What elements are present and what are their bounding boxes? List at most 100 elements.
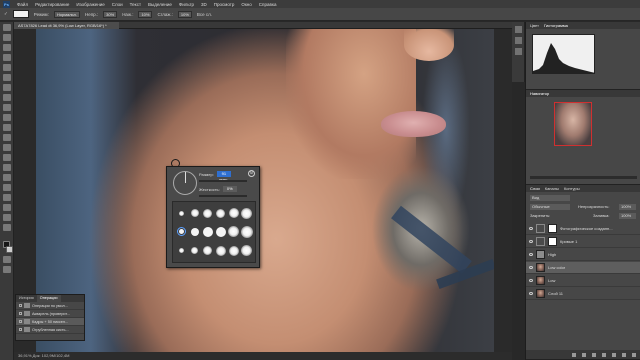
quick-select-tool-icon[interactable] xyxy=(2,54,11,61)
layer-opacity-field[interactable]: 100% xyxy=(619,204,636,210)
layer-row[interactable]: Кривые 1 xyxy=(526,236,640,248)
brush-tip-selected[interactable] xyxy=(177,227,186,237)
list-item[interactable]: Акварель (проверит... xyxy=(16,310,84,318)
document-tab[interactable]: AS7A7826 Lead dt 36,9% (Low Layer, RGB/1… xyxy=(14,22,119,29)
path-select-tool-icon[interactable] xyxy=(2,184,11,191)
flow-field[interactable]: 10% xyxy=(138,10,153,18)
type-tool-icon[interactable] xyxy=(2,174,11,181)
sample-all-layers-checkbox[interactable]: Все сл. xyxy=(197,12,212,17)
new-layer-icon[interactable] xyxy=(622,352,626,357)
properties-panel-icon[interactable] xyxy=(514,37,522,44)
eye-icon[interactable] xyxy=(529,292,533,295)
adjustment-layer-icon[interactable] xyxy=(602,352,606,357)
brush-tip[interactable] xyxy=(240,225,253,238)
tab-channels[interactable]: Каналы xyxy=(545,185,559,192)
brush-angle-dial[interactable] xyxy=(173,171,197,195)
brush-tool-icon[interactable]: ✓ xyxy=(4,11,8,17)
history-panel-icon[interactable] xyxy=(514,26,522,33)
screen-mode-icon[interactable] xyxy=(2,266,11,273)
menu-window[interactable]: Окно xyxy=(241,2,251,7)
brush-tip[interactable] xyxy=(215,226,226,237)
layer-row-selected[interactable]: Low color xyxy=(526,262,640,274)
eye-icon[interactable] xyxy=(529,279,533,282)
brush-tool-icon[interactable] xyxy=(2,94,11,101)
add-mask-icon[interactable] xyxy=(592,352,596,357)
brush-tip[interactable] xyxy=(203,208,212,218)
brush-hardness-field[interactable]: 0% xyxy=(222,186,237,192)
brush-tip[interactable] xyxy=(228,245,239,256)
shape-tool-icon[interactable] xyxy=(2,194,11,201)
brush-tip[interactable] xyxy=(228,226,239,238)
list-item[interactable]: Огрубленная кисть... xyxy=(16,326,84,334)
clone-stamp-tool-icon[interactable] xyxy=(2,104,11,111)
menu-select[interactable]: Выделение xyxy=(148,2,172,7)
background-color-swatch[interactable] xyxy=(6,246,13,253)
brush-tip[interactable] xyxy=(179,248,184,254)
layer-row[interactable]: Low xyxy=(526,275,640,287)
tab-color[interactable]: Цвет xyxy=(530,22,539,29)
fill-field[interactable]: 100% xyxy=(619,213,636,219)
brush-hardness-slider[interactable] xyxy=(199,195,247,197)
brush-tip[interactable] xyxy=(190,209,199,218)
zoom-tool-icon[interactable] xyxy=(2,214,11,221)
menu-help[interactable]: Справка xyxy=(259,2,277,7)
smoothing-field[interactable]: 10% xyxy=(177,10,192,18)
healing-brush-tool-icon[interactable] xyxy=(2,84,11,91)
menu-3d[interactable]: 3D xyxy=(201,2,207,7)
menu-filter[interactable]: Фильтр xyxy=(179,2,194,7)
trash-icon[interactable] xyxy=(632,352,636,357)
marquee-tool-icon[interactable] xyxy=(2,34,11,41)
layer-row[interactable]: Фотографическое созданн... xyxy=(526,223,640,235)
mode-select[interactable]: Нормальн. xyxy=(53,10,80,18)
quick-mask-icon[interactable] xyxy=(2,256,11,263)
crop-tool-icon[interactable] xyxy=(2,64,11,71)
brush-tip[interactable] xyxy=(191,247,198,255)
menu-file[interactable]: Файл xyxy=(17,2,28,7)
brush-tip[interactable] xyxy=(241,207,252,219)
tab-history[interactable]: История xyxy=(16,295,37,302)
checkbox-icon[interactable] xyxy=(19,304,22,307)
menu-image[interactable]: Изображение xyxy=(76,2,104,7)
tab-histogram[interactable]: Гистограмма xyxy=(544,22,568,29)
list-item[interactable]: Операции по умол... xyxy=(16,302,84,310)
brush-size-slider[interactable] xyxy=(199,180,247,182)
layer-filter-select[interactable]: Вид xyxy=(530,195,570,201)
gradient-tool-icon[interactable] xyxy=(2,134,11,141)
brush-panel-icon[interactable] xyxy=(514,48,522,55)
blend-mode-select[interactable]: Обычные xyxy=(530,204,570,210)
layer-row[interactable]: High xyxy=(526,249,640,261)
brush-size-field[interactable]: 91 пикс. xyxy=(216,171,231,182)
tab-layers[interactable]: Слои xyxy=(530,185,540,192)
brush-tip[interactable] xyxy=(216,208,225,218)
move-tool-icon[interactable] xyxy=(2,24,11,31)
tab-navigator[interactable]: Навигатор xyxy=(530,90,549,97)
eye-icon[interactable] xyxy=(529,227,533,230)
checkbox-icon[interactable] xyxy=(19,312,22,315)
brush-tip[interactable] xyxy=(228,208,239,219)
eyedropper-tool-icon[interactable] xyxy=(2,74,11,81)
gear-icon[interactable]: ⚙ xyxy=(248,170,255,177)
blur-tool-icon[interactable] xyxy=(2,144,11,151)
opacity-field[interactable]: 30% xyxy=(103,10,118,18)
tab-paths[interactable]: Контуры xyxy=(564,185,580,192)
eye-icon[interactable] xyxy=(529,266,533,269)
dodge-tool-icon[interactable] xyxy=(2,154,11,161)
eye-icon[interactable] xyxy=(529,253,533,256)
layer-style-icon[interactable] xyxy=(582,352,586,357)
menu-view[interactable]: Просмотр xyxy=(214,2,235,7)
navigator-thumbnail[interactable] xyxy=(554,102,592,146)
menu-type[interactable]: Текст xyxy=(130,2,141,7)
new-group-icon[interactable] xyxy=(612,352,616,357)
brush-tip[interactable] xyxy=(215,245,226,256)
lasso-tool-icon[interactable] xyxy=(2,44,11,51)
pen-tool-icon[interactable] xyxy=(2,164,11,171)
navigator-zoom-slider[interactable] xyxy=(530,176,637,179)
brush-tip[interactable] xyxy=(190,227,199,236)
eraser-tool-icon[interactable] xyxy=(2,124,11,131)
tab-actions[interactable]: Операции xyxy=(36,295,61,302)
brush-tip[interactable] xyxy=(202,226,213,237)
more-tools-icon[interactable] xyxy=(2,224,11,231)
checkbox-icon[interactable] xyxy=(19,320,22,323)
menu-layers[interactable]: Слои xyxy=(112,2,123,7)
link-layers-icon[interactable] xyxy=(572,352,576,357)
